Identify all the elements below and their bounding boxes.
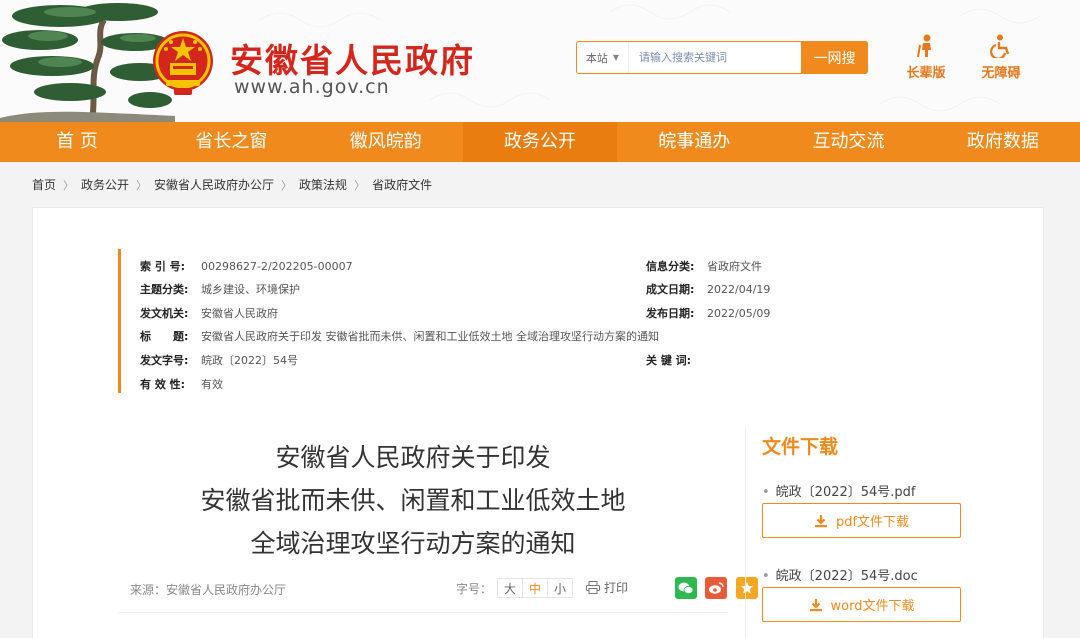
font-size-control: 字号： 大 中 小 — [456, 578, 574, 598]
meta-title: 标 题: 安徽省人民政府关于印发 安徽省批而未供、闲置和工业低效土地 全域治理攻坚… — [140, 330, 659, 343]
meta-info-class: 信息分类: 省政府文件 — [646, 260, 762, 273]
download-file-name[interactable]: • 皖政〔2022〕54号.doc — [762, 565, 918, 584]
download-icon — [809, 598, 822, 611]
search-button[interactable]: 一网搜 — [801, 41, 868, 74]
meta-created-date: 成文日期: 2022/04/19 — [646, 283, 771, 296]
chevron-right-icon: 〉 — [354, 178, 366, 192]
pine-tree-decoration — [0, 3, 175, 122]
chevron-down-icon: ▼ — [612, 53, 620, 62]
national-emblem-icon — [153, 31, 213, 95]
print-label: 打印 — [604, 581, 629, 595]
wechat-share-button[interactable] — [675, 577, 697, 599]
file-download-panel: 文件下载 • 皖政〔2022〕54号.pdf pdf文件下载 • 皖政〔2022〕5… — [745, 428, 1005, 638]
chevron-right-icon: 〉 — [136, 178, 148, 192]
accessibility-label: 无障碍 — [981, 66, 1021, 81]
meta-published-date: 发布日期: 2022/05/09 — [646, 307, 771, 320]
nav-item-governor[interactable]: 省长之窗 — [154, 122, 308, 162]
breadcrumb-current[interactable]: 省政府文件 — [372, 176, 432, 193]
breadcrumb-office[interactable]: 安徽省人民政府办公厅 — [154, 176, 274, 193]
search-input[interactable] — [629, 42, 801, 73]
weibo-share-button[interactable] — [705, 577, 727, 599]
chevron-right-icon: 〉 — [281, 178, 293, 192]
pdf-download-button[interactable]: pdf文件下载 — [762, 503, 961, 538]
nav-item-gov-data[interactable]: 政府数据 — [926, 122, 1080, 162]
bullet-icon: • — [762, 569, 770, 584]
elder-icon — [917, 34, 931, 58]
meta-subject: 主题分类: 城乡建设、环境保护 — [140, 283, 300, 296]
search-scope-select[interactable]: 本站 ▼ — [577, 42, 629, 73]
document-card: 索 引 号: 00298627-2/202205-00007 主题分类: 城乡建设、… — [32, 207, 1044, 638]
meta-validity: 有 效 性: 有效 — [140, 378, 223, 391]
font-size-medium-button[interactable]: 中 — [522, 578, 549, 598]
wechat-icon — [678, 582, 694, 594]
wheelchair-icon — [990, 34, 1010, 58]
accessibility-link[interactable]: 无障碍 — [973, 34, 1029, 81]
breadcrumb-home[interactable]: 首页 — [32, 176, 56, 193]
document-title-line: 安徽省批而未供、闲置和工业低效土地 — [200, 486, 626, 515]
word-download-button[interactable]: word文件下载 — [762, 587, 961, 622]
nav-item-home[interactable]: 首 页 — [0, 122, 154, 162]
document-metadata: 索 引 号: 00298627-2/202205-00007 主题分类: 城乡建设、… — [118, 249, 878, 393]
chevron-right-icon: 〉 — [63, 178, 75, 192]
print-button[interactable]: 打印 — [586, 579, 628, 596]
breadcrumb-gov-affairs[interactable]: 政务公开 — [81, 176, 129, 193]
meta-issuer: 发文机关: 安徽省人民政府 — [140, 307, 278, 320]
font-size-label: 字号： — [456, 581, 493, 596]
nav-item-culture[interactable]: 徽风皖韵 — [309, 122, 463, 162]
main-nav: 首 页 省长之窗 徽风皖韵 政务公开 皖事通办 互动交流 政府数据 — [0, 122, 1080, 162]
nav-item-gov-affairs[interactable]: 政务公开 — [462, 122, 618, 162]
elder-mode-link[interactable]: 长辈版 — [898, 34, 954, 81]
nav-item-interaction[interactable]: 互动交流 — [771, 122, 925, 162]
site-header: 安徽省人民政府 www.ah.gov.cn 本站 ▼ 一网搜 长辈版 无障碍 — [0, 0, 1080, 122]
weibo-icon — [709, 582, 724, 594]
nav-item-services[interactable]: 皖事通办 — [617, 122, 771, 162]
printer-icon — [586, 581, 600, 594]
download-icon — [814, 514, 827, 527]
download-file-name[interactable]: • 皖政〔2022〕54号.pdf — [762, 481, 916, 500]
search-bar: 本站 ▼ 一网搜 — [576, 41, 868, 74]
site-title[interactable]: 安徽省人民政府 — [230, 34, 475, 82]
search-scope-label: 本站 — [585, 51, 608, 65]
document-toolbar: 来源：安徽省人民政府办公厅 字号： 大 中 小 打印 — [130, 577, 758, 602]
meta-keywords: 关 键 词: — [646, 354, 692, 367]
font-size-small-button[interactable]: 小 — [547, 578, 574, 598]
meta-index-no: 索 引 号: 00298627-2/202205-00007 — [140, 260, 353, 273]
divider — [118, 612, 728, 613]
breadcrumb-policy[interactable]: 政策法规 — [299, 176, 347, 193]
document-title-line: 全域治理攻坚行动方案的通知 — [250, 529, 576, 558]
site-url: www.ah.gov.cn — [234, 76, 390, 98]
breadcrumb: 首页 〉 政务公开 〉 安徽省人民政府办公厅 〉 政策法规 〉 省政府文件 — [32, 176, 432, 193]
meta-doc-no: 发文字号: 皖政〔2022〕54号 — [140, 354, 298, 367]
document-source: 来源：安徽省人民政府办公厅 — [130, 583, 287, 597]
document-title-line: 安徽省人民政府关于印发 — [275, 443, 551, 472]
elder-mode-label: 长辈版 — [906, 66, 946, 81]
file-download-title: 文件下载 — [762, 436, 839, 458]
bullet-icon: • — [762, 485, 770, 500]
font-size-large-button[interactable]: 大 — [497, 578, 524, 598]
document-title: 安徽省人民政府关于印发 安徽省批而未供、闲置和工业低效土地 全域治理攻坚行动方案… — [123, 436, 703, 565]
